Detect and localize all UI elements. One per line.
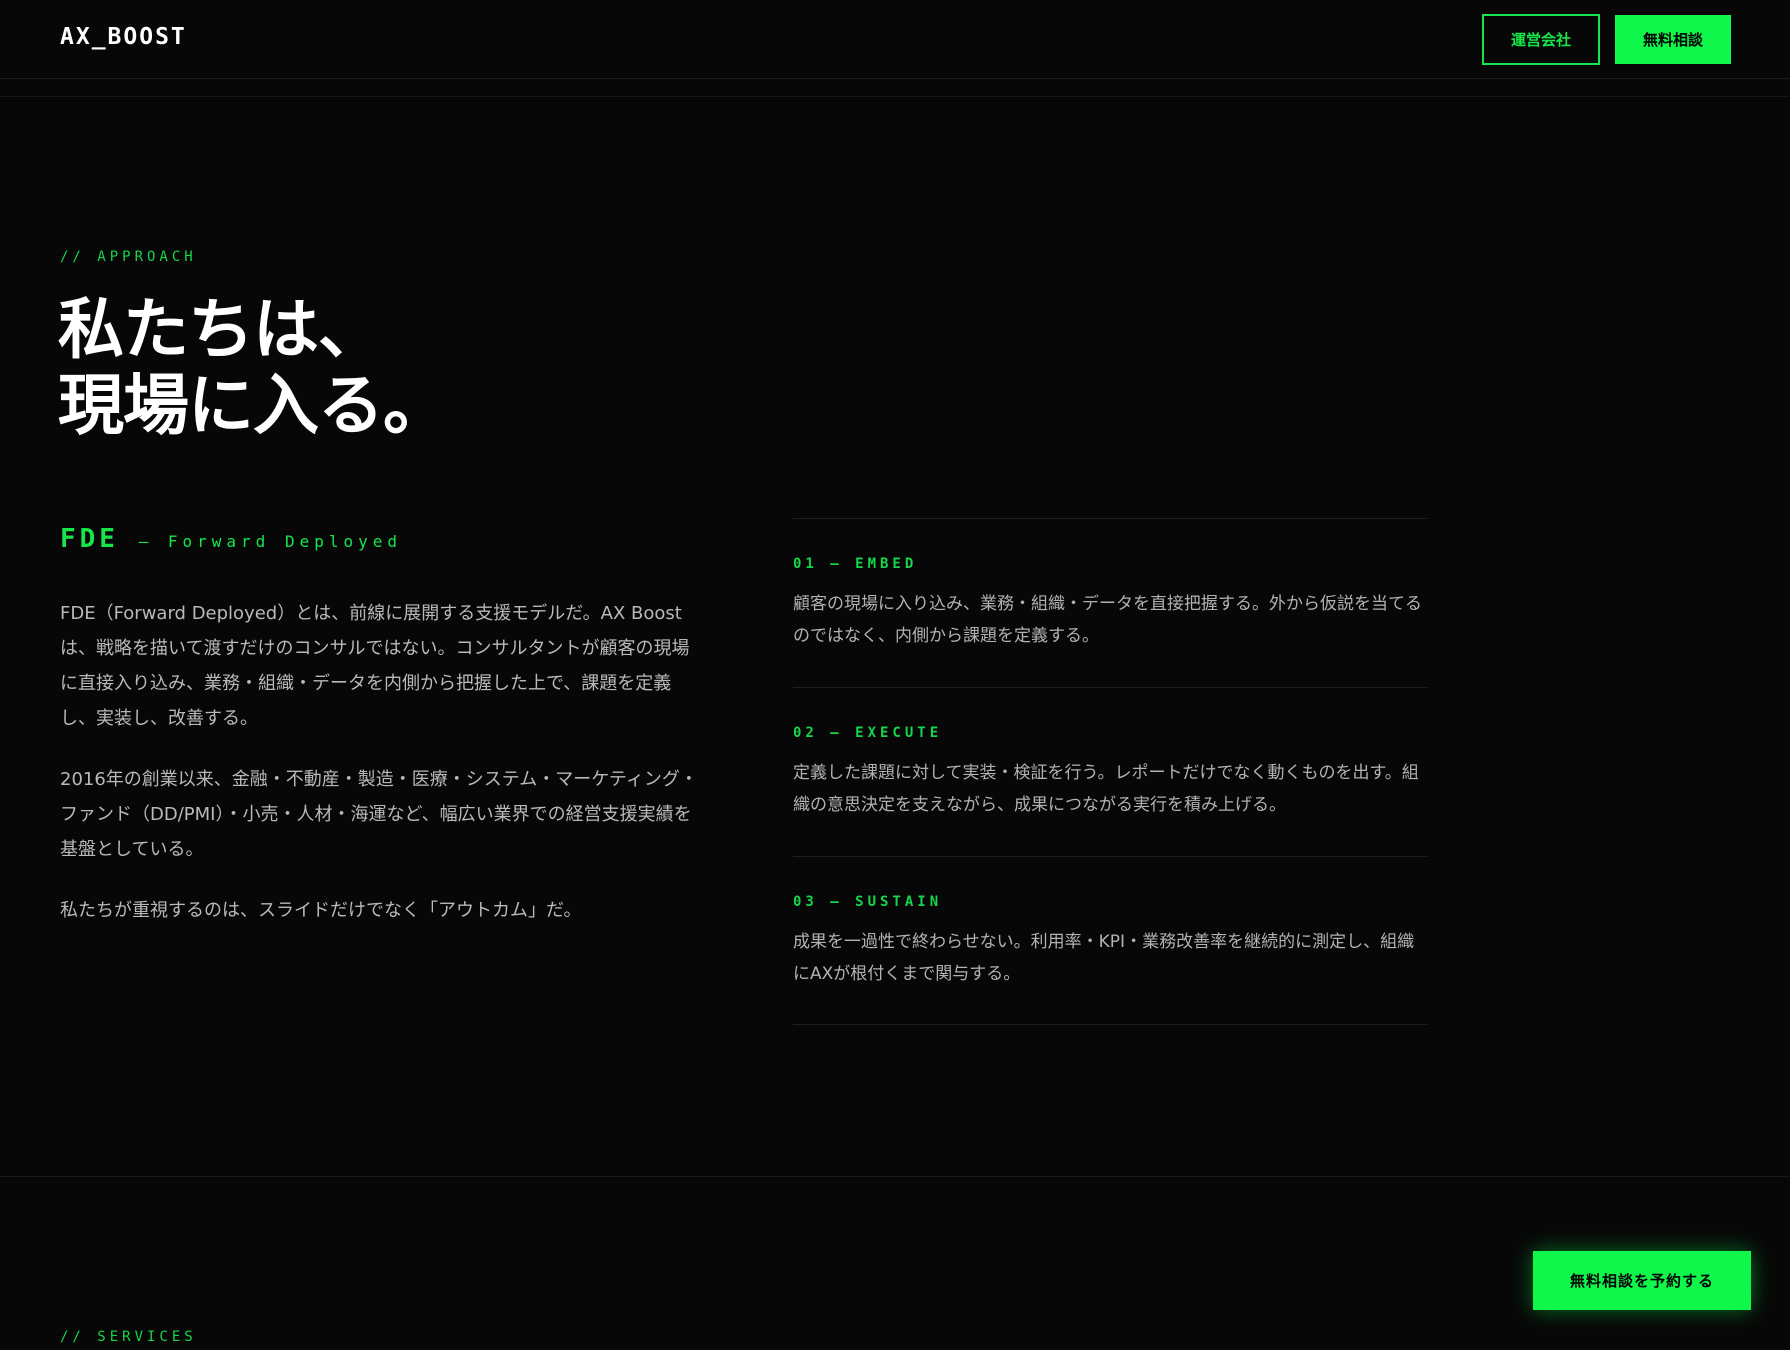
- fde-heading-sub: — Forward Deployed: [138, 532, 402, 551]
- fde-heading-main: FDE: [60, 524, 119, 554]
- approach-steps: 01 — EMBED 顧客の現場に入り込み、業務・組織・データを直接把握する。外…: [793, 518, 1427, 1025]
- site-header: AX_BOOST 運営会社 無料相談: [0, 0, 1790, 79]
- logo[interactable]: AX_BOOST: [60, 24, 187, 50]
- page-title: 私たちは、 現場に入る。: [58, 291, 449, 444]
- section-tag-approach: // APPROACH: [60, 249, 197, 265]
- intro-paragraph: FDE（Forward Deployed）とは、前線に展開する支援モデルだ。AX…: [60, 603, 690, 729]
- section-tag-services: // SERVICES: [60, 1329, 197, 1345]
- outcome-paragraph: 私たちが重視するのは、スライドだけでなく「アウトカム」だ。: [60, 900, 582, 921]
- header-divider: [0, 96, 1790, 97]
- step-label: 02 — EXECUTE: [793, 725, 943, 741]
- step-execute: 02 — EXECUTE 定義した課題に対して実装・検証を行う。レポートだけでな…: [793, 687, 1427, 856]
- free-consultation-button[interactable]: 無料相談: [1615, 15, 1731, 64]
- headline-line-1: 私たちは、: [58, 291, 384, 368]
- step-label: 01 — EMBED: [793, 556, 918, 572]
- step-description: 顧客の現場に入り込み、業務・組織・データを直接把握する。外から仮説を当てるのでは…: [793, 594, 1422, 646]
- step-description: 定義した課題に対して実装・検証を行う。レポートだけでなく動くものを出す。組織の意…: [793, 763, 1419, 815]
- history-paragraph: 2016年の創業以来、金融・不動産・製造・医療・システム・マーケティング・ファン…: [60, 769, 698, 860]
- fde-heading: FDE — Forward Deployed: [60, 524, 402, 554]
- company-button[interactable]: 運営会社: [1482, 14, 1600, 65]
- step-label: 03 — SUSTAIN: [793, 894, 943, 910]
- book-consultation-button[interactable]: 無料相談を予約する: [1533, 1251, 1751, 1310]
- section-divider: [0, 1176, 1790, 1177]
- headline-line-2: 現場に入る。: [58, 367, 449, 444]
- step-embed: 01 — EMBED 顧客の現場に入り込み、業務・組織・データを直接把握する。外…: [793, 518, 1427, 687]
- step-sustain: 03 — SUSTAIN 成果を一過性で終わらせない。利用率・KPI・業務改善率…: [793, 856, 1427, 1025]
- step-description: 成果を一過性で終わらせない。利用率・KPI・業務改善率を継続的に測定し、組織にA…: [793, 932, 1415, 984]
